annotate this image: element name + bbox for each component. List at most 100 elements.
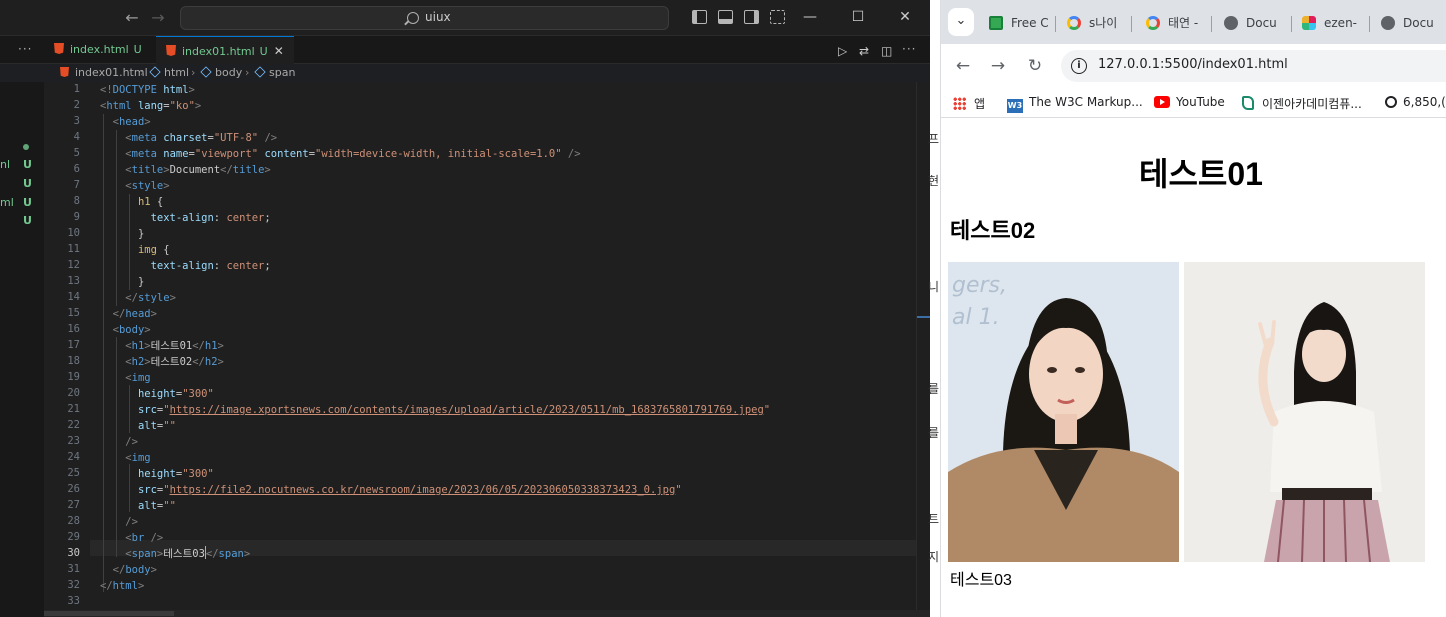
bookmark-apps[interactable]: 앱: [953, 95, 985, 112]
google-icon: [1146, 16, 1160, 30]
compare-changes-icon[interactable]: ⇄: [859, 44, 869, 58]
coin-icon: [1385, 96, 1397, 108]
tab-separator: [1291, 16, 1292, 32]
bookmark-coin[interactable]: 6,850,(: [1385, 95, 1446, 109]
line-number: 10: [67, 227, 80, 239]
html-file-icon: [60, 67, 69, 77]
line-number: 23: [67, 435, 80, 447]
browser-tab[interactable]: Docu: [1224, 12, 1282, 34]
tab-separator: [1369, 16, 1370, 32]
browser-tab[interactable]: s나이: [1067, 12, 1123, 34]
youtube-icon: [1154, 96, 1170, 108]
apps-grid-icon: [953, 97, 966, 110]
explorer-item[interactable]: U: [0, 212, 44, 230]
toggle-panel-icon[interactable]: [718, 10, 733, 24]
line-number: 7: [73, 179, 80, 191]
explorer-item[interactable]: nl U: [0, 156, 44, 174]
line-number: 18: [67, 355, 80, 367]
background-text-glyph: 프: [928, 132, 940, 146]
bookmark-ezen[interactable]: 이젠아카데미컴퓨...: [1242, 95, 1362, 112]
globe-icon: [1381, 16, 1395, 30]
close-icon[interactable]: ✕: [893, 6, 917, 28]
split-editor-icon[interactable]: ◫: [881, 44, 892, 58]
breadcrumb-body[interactable]: body: [200, 64, 242, 82]
tab-index-html[interactable]: index.html U: [44, 36, 152, 64]
code-line: text-align: center;: [150, 212, 271, 224]
line-number: 31: [67, 563, 80, 575]
code-line: />: [125, 436, 138, 448]
toggle-secondary-sidebar-icon[interactable]: [744, 10, 759, 24]
scroll-position-marker: [917, 316, 930, 318]
site-info-icon[interactable]: i: [1071, 58, 1087, 74]
line-number: 9: [73, 211, 80, 223]
line-number: 22: [67, 419, 80, 431]
tab-search-chevron-icon[interactable]: ⌄: [948, 8, 974, 36]
code-line: <span>테스트03</span>: [125, 546, 251, 560]
line-number: 8: [73, 195, 80, 207]
browser-tab[interactable]: ezen-: [1302, 12, 1360, 34]
maximize-icon[interactable]: ☐: [846, 6, 870, 28]
code-line: <html lang="ko">: [100, 100, 202, 112]
code-line: alt="": [137, 420, 176, 432]
line-number: 21: [67, 403, 80, 415]
tab-label: index01.html: [182, 45, 255, 58]
background-text-glyph: 지: [928, 550, 940, 564]
run-icon[interactable]: ▷: [838, 44, 847, 58]
line-number: 12: [67, 259, 80, 271]
code-line: <style>: [125, 180, 170, 192]
scrollbar-thumb[interactable]: [44, 611, 174, 616]
svg-text:gers,: gers,: [952, 273, 1007, 298]
line-number: 19: [67, 371, 80, 383]
forward-arrow-icon[interactable]: →: [148, 8, 168, 28]
code-line: img {: [137, 244, 170, 256]
photo-2: [1184, 262, 1425, 562]
ezen-icon: [1242, 96, 1254, 110]
code-line: src="https://file2.nocutnews.co.kr/newsr…: [137, 484, 682, 496]
tab-index01-html[interactable]: index01.html U ✕: [156, 36, 294, 64]
background-text-glyph: 현: [928, 174, 940, 188]
page-heading-2: 테스트02: [950, 218, 1036, 243]
line-number: 11: [67, 243, 80, 255]
back-arrow-icon[interactable]: ←: [122, 8, 142, 28]
browser-tab[interactable]: Docu: [1381, 12, 1446, 34]
browser-tab[interactable]: 태연 -: [1146, 12, 1204, 34]
explorer-item[interactable]: U: [0, 175, 44, 193]
line-number: 27: [67, 499, 80, 511]
tab-separator: [1055, 16, 1056, 32]
line-number: 17: [67, 339, 80, 351]
bookmark-youtube[interactable]: YouTube: [1154, 95, 1225, 109]
line-number: 16: [67, 323, 80, 335]
breadcrumb-file[interactable]: index01.html: [60, 64, 148, 82]
overview-ruler[interactable]: [916, 82, 930, 612]
breadcrumb-html[interactable]: html: [149, 64, 189, 82]
back-icon[interactable]: ←: [951, 54, 975, 78]
explorer-item[interactable]: ml U: [0, 194, 44, 212]
more-actions-icon[interactable]: ···: [18, 42, 32, 56]
code-line: height="300": [137, 388, 214, 400]
toggle-sidebar-icon[interactable]: [692, 10, 707, 24]
bookmark-w3c[interactable]: W3 The W3C Markup...: [1007, 95, 1143, 113]
horizontal-scrollbar[interactable]: [44, 610, 930, 617]
line-number: 32: [67, 579, 80, 591]
breadcrumb-span[interactable]: span: [254, 64, 295, 82]
address-bar[interactable]: i 127.0.0.1:5500/index01.html: [1061, 50, 1446, 82]
line-number-gutter: 1 2 3 4 5 6 7 8 9 10 11 12 13 14 15 16 17 18 19 20 21 22 23 24 2…: [44, 82, 90, 617]
line-number: 1: [73, 83, 80, 95]
breadcrumb-separator: ›: [191, 66, 196, 79]
reload-icon[interactable]: ↻: [1023, 54, 1047, 78]
code-editor[interactable]: <!DOCTYPE html> <html lang="ko"> <head> …: [90, 82, 916, 612]
command-center-search[interactable]: uiux: [180, 6, 669, 30]
forward-icon[interactable]: →: [986, 54, 1010, 78]
code-line: alt="": [137, 500, 176, 512]
minimize-icon[interactable]: —: [798, 6, 822, 28]
customize-layout-icon[interactable]: [770, 10, 785, 24]
search-text: uiux: [425, 10, 451, 24]
globe-icon: [1224, 16, 1238, 30]
line-number: 28: [67, 515, 80, 527]
browser-tab[interactable]: Free C: [989, 12, 1051, 34]
close-tab-icon[interactable]: ✕: [274, 44, 284, 58]
modified-dot-icon: [23, 144, 29, 150]
title-bar: ← → uiux — ☐ ✕: [0, 0, 930, 36]
editor-more-icon[interactable]: ···: [902, 42, 916, 56]
code-line: <head>: [112, 116, 151, 128]
